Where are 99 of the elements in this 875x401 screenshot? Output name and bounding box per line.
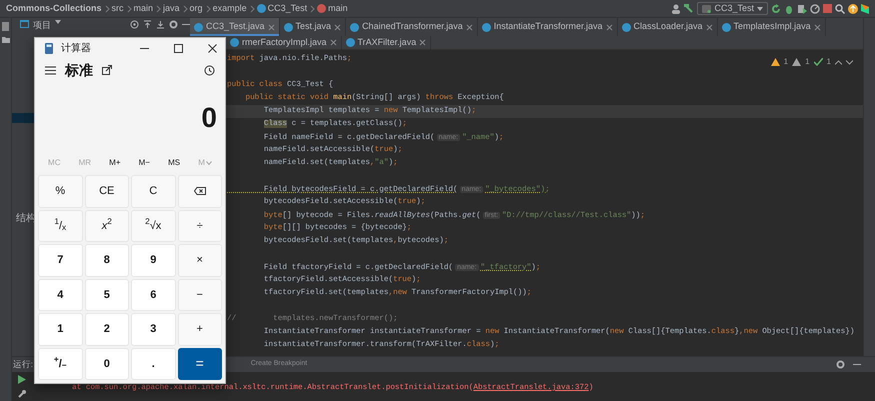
close-icon[interactable] [466, 24, 473, 30]
chevron-down-icon [206, 161, 212, 165]
breadcrumb-item[interactable]: CC3_Test [268, 2, 308, 16]
calculator-key[interactable]: $^{1}$/$_{x}$ [38, 210, 82, 242]
user-icon[interactable] [671, 4, 682, 14]
close-icon[interactable] [334, 24, 342, 30]
calculator-key[interactable]: × [178, 244, 222, 276]
warning-icon[interactable] [770, 58, 780, 66]
chevron-icon [250, 4, 255, 12]
calculator-key[interactable]: − [178, 278, 222, 311]
memory-button[interactable]: M− [136, 157, 153, 169]
calculator-key[interactable]: 2 [84, 313, 129, 346]
chevron-icon [182, 4, 188, 12]
configuration-icon [702, 4, 712, 12]
run-icon[interactable] [18, 375, 26, 384]
coverage-icon[interactable] [797, 4, 807, 14]
caret-icon[interactable] [55, 20, 61, 24]
calculator-key[interactable]: + [178, 313, 222, 346]
file-tab[interactable]: TrAXFilter.java [342, 36, 432, 49]
close-icon[interactable] [706, 24, 713, 30]
file-tab[interactable]: CC3_Test.java [190, 18, 280, 36]
display-value: 0 [201, 104, 217, 132]
expand-icon[interactable] [156, 20, 165, 29]
run-configuration-dropdown[interactable]: CC3_Test [697, 2, 768, 15]
panel-title: 运行: [13, 358, 33, 371]
method-icon [317, 4, 326, 13]
logo-icon[interactable] [861, 4, 869, 14]
collapse-icon[interactable] [143, 20, 152, 29]
inspection-count: 1 [826, 56, 831, 68]
calculator-key[interactable]: 1 [38, 313, 82, 346]
class-icon [230, 38, 239, 47]
folder-icon[interactable] [2, 37, 10, 43]
inspection-count: 1 [805, 56, 810, 68]
memory-button[interactable]: MS [165, 157, 184, 169]
class-icon [622, 22, 630, 32]
panel-title[interactable]: 项目 [33, 20, 51, 30]
chevron-icon [310, 4, 316, 12]
calculator-icon [45, 42, 53, 54]
breadcrumb-item[interactable]: Commons-Collections [6, 2, 102, 16]
class-icon [482, 22, 491, 32]
calculator-key[interactable]: 0 [84, 348, 129, 380]
close-icon[interactable] [606, 24, 612, 30]
settings-icon[interactable] [169, 20, 178, 29]
update-icon[interactable] [848, 4, 858, 14]
keep-on-top-icon[interactable] [102, 65, 112, 75]
calculator-key[interactable]: C [131, 175, 176, 208]
calculator-key[interactable]: 6 [131, 278, 176, 311]
breadcrumb-item[interactable]: example [212, 2, 247, 16]
close-icon[interactable] [419, 39, 426, 46]
close-icon[interactable] [330, 39, 337, 46]
mode-title: 标准 [65, 60, 93, 80]
profiler-icon[interactable] [810, 4, 820, 14]
calculator-key[interactable]: % [38, 175, 82, 208]
calculator-key[interactable]: ÷ [178, 210, 222, 242]
target-icon[interactable] [130, 20, 139, 29]
caret-icon [757, 6, 763, 10]
class-icon [722, 22, 731, 32]
chevron-icon [104, 4, 110, 12]
memory-button[interactable]: M+ [106, 157, 124, 169]
calculator-key[interactable]: 3 [131, 313, 176, 346]
window-title: 计算器 [61, 42, 92, 56]
wrench-icon[interactable] [18, 390, 26, 398]
backspace-icon [194, 187, 206, 196]
calculator-key[interactable]: . [131, 348, 176, 380]
close-icon [208, 44, 216, 52]
calculator-key[interactable]: $^{2}$√x [131, 210, 176, 242]
calculator-key[interactable]: 9 [131, 244, 176, 276]
equals-key[interactable]: = [178, 348, 222, 380]
calculator-key[interactable]: 7 [38, 244, 82, 276]
history-icon[interactable] [204, 64, 215, 76]
breadcrumb-item[interactable]: java [163, 2, 180, 16]
chevron-icon [156, 4, 162, 12]
class-icon [256, 4, 266, 13]
class-icon [284, 22, 293, 32]
calculator-key[interactable]: 5 [84, 278, 129, 311]
chevron-icon [206, 4, 211, 12]
warning-icon[interactable] [792, 58, 802, 66]
hammer-icon[interactable] [684, 4, 694, 14]
inspection-count: 1 [784, 56, 788, 68]
close-icon[interactable] [814, 24, 821, 30]
calculator-key[interactable]: $^{+}$/$_{−}$ [38, 348, 82, 380]
menu-icon[interactable] [45, 66, 56, 74]
breadcrumb-item[interactable]: src [112, 2, 124, 16]
breadcrumb-item[interactable]: org [190, 2, 203, 16]
maximize-icon [174, 44, 182, 52]
calculator-key[interactable]: 8 [84, 244, 129, 276]
calculator-key[interactable]: 4 [38, 278, 82, 311]
backspace-key[interactable] [178, 175, 222, 208]
settings-icon[interactable] [836, 360, 845, 369]
chevron-icon [126, 4, 132, 12]
calculator-key[interactable]: CE [84, 175, 129, 208]
class-icon [194, 22, 203, 32]
tree-row-highlight [12, 113, 34, 123]
check-icon[interactable] [814, 58, 823, 66]
breadcrumb-item[interactable]: main [328, 2, 348, 16]
search-icon[interactable] [835, 4, 845, 14]
breadcrumb-item[interactable]: main [134, 2, 154, 16]
rerun-icon[interactable] [771, 4, 781, 14]
calculator-key[interactable]: x$^{2}$ [84, 210, 129, 242]
